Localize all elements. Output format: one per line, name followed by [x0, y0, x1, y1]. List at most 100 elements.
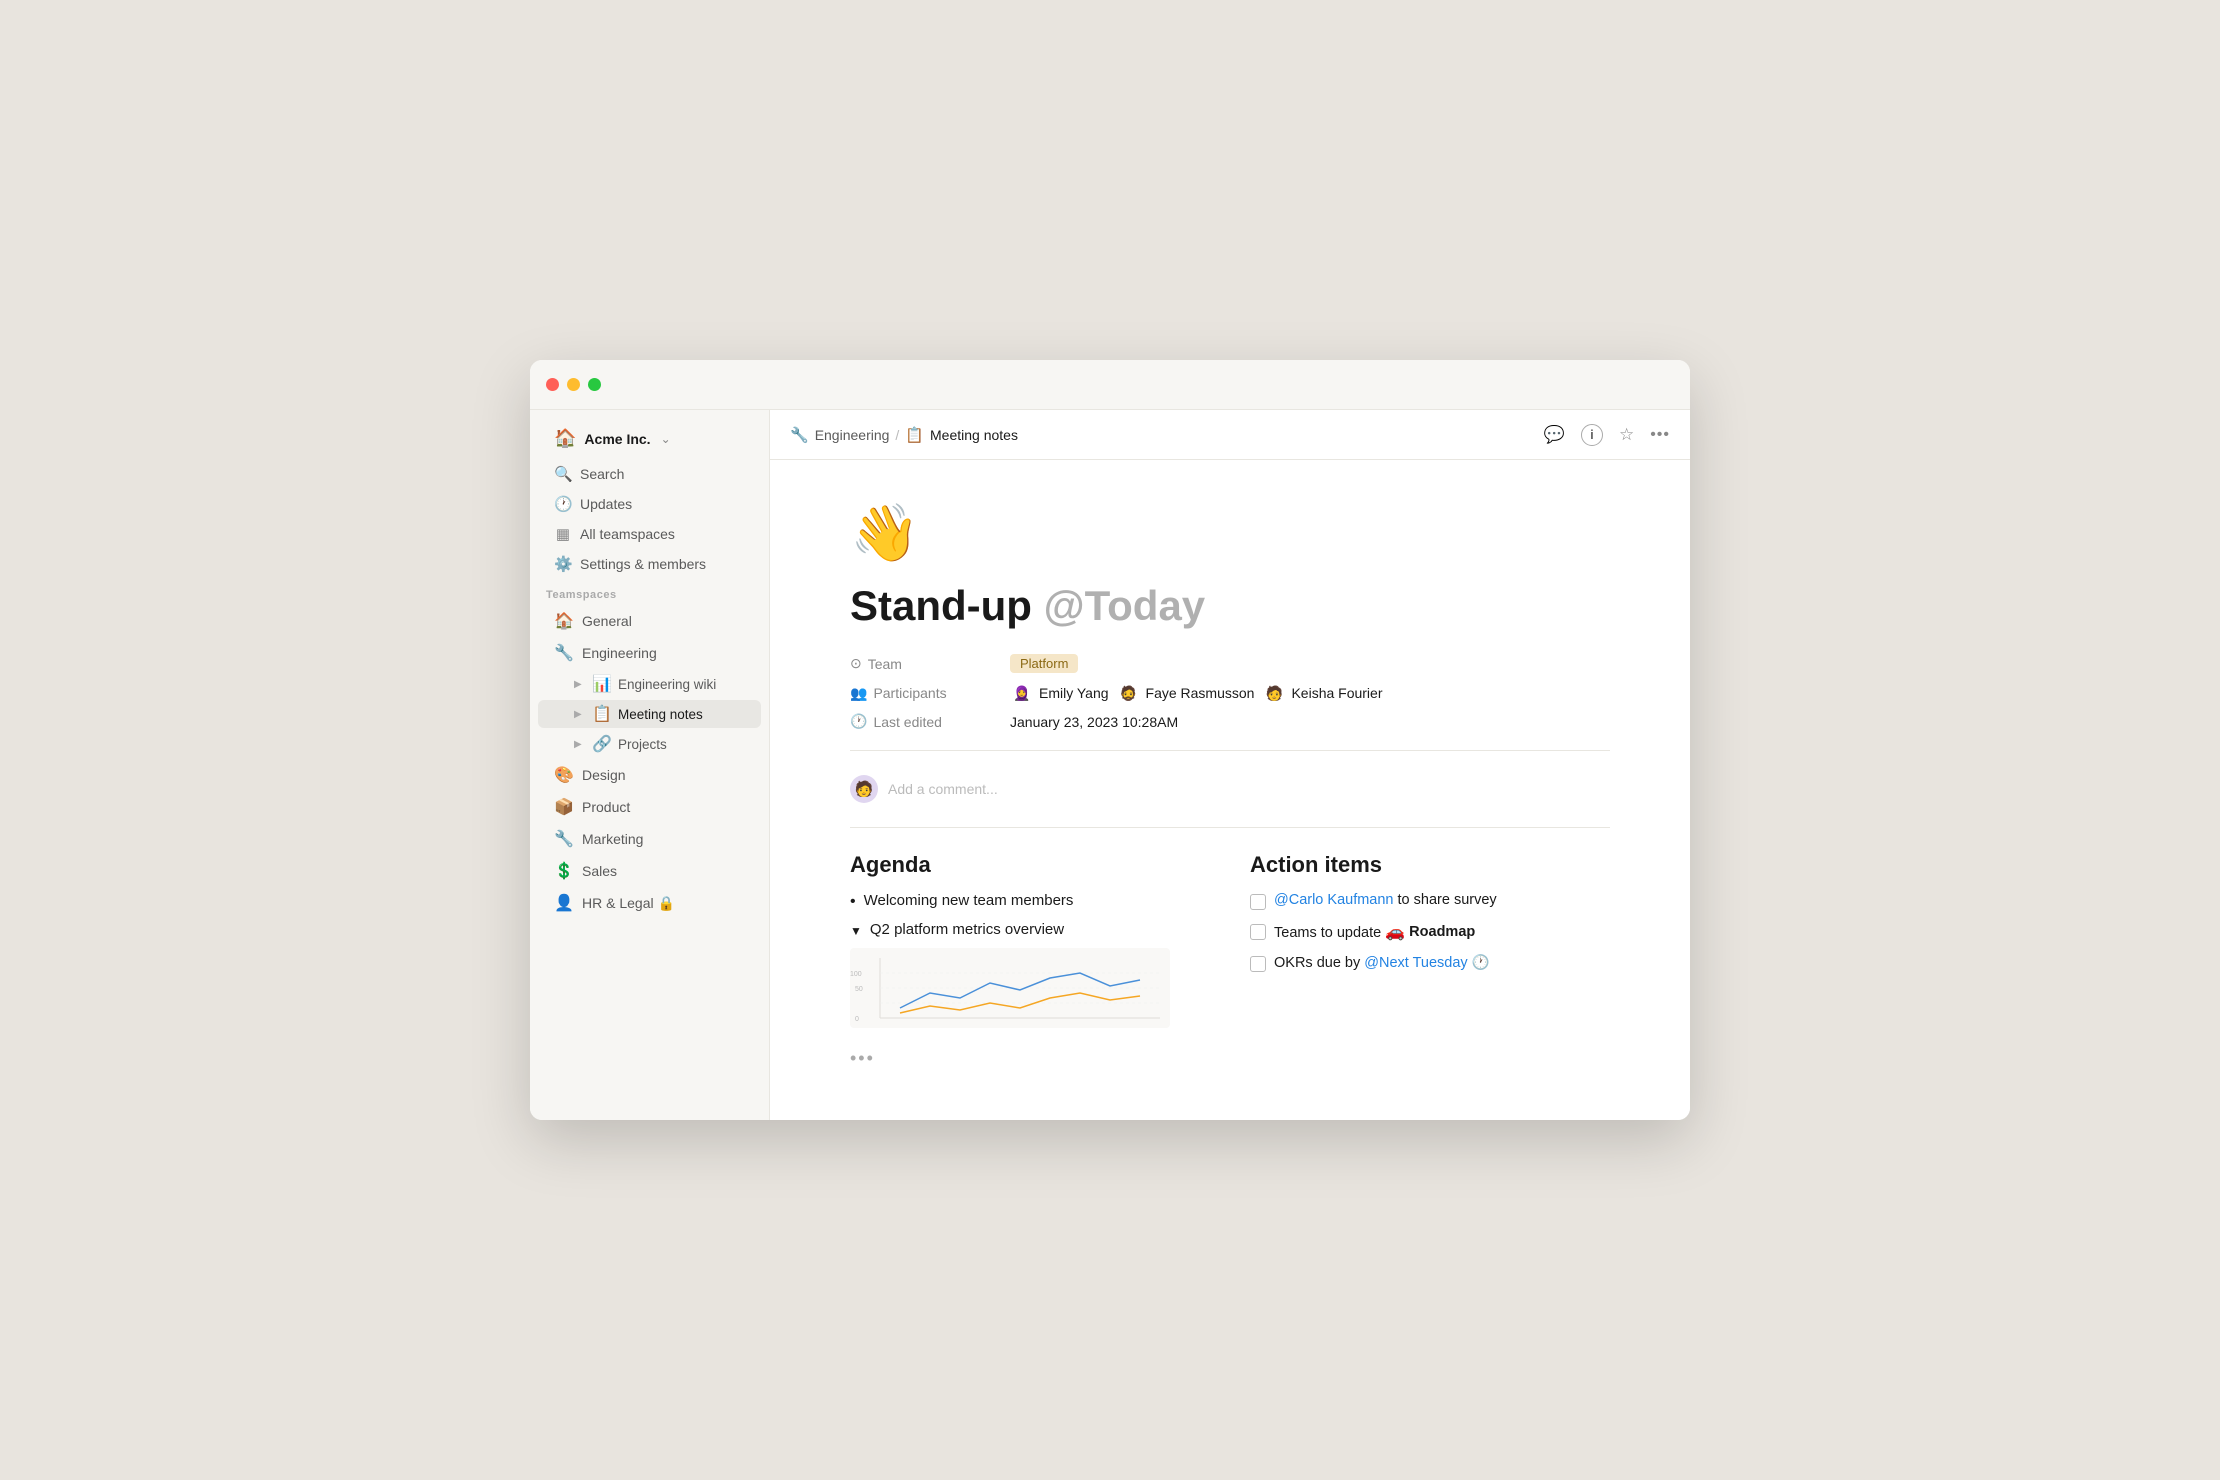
sidebar-item-marketing[interactable]: 🔧 Marketing	[538, 824, 761, 854]
svg-text:100: 100	[850, 971, 862, 978]
info-button[interactable]: i	[1581, 424, 1603, 446]
roadmap-label: Roadmap	[1409, 924, 1475, 940]
participant-1-name: Emily Yang	[1039, 685, 1109, 701]
sidebar-general-label: General	[582, 613, 632, 629]
svg-text:50: 50	[855, 986, 863, 993]
sidebar-hr-label: HR & Legal 🔒	[582, 895, 675, 912]
comment-row[interactable]: 🧑 Add a comment...	[850, 767, 1610, 811]
projects-icon: 🔗	[592, 734, 612, 754]
sidebar-design-label: Design	[582, 767, 626, 783]
action-item-2: Teams to update 🚗 Roadmap	[1250, 922, 1610, 942]
bullet-icon-1: •	[850, 893, 856, 911]
sidebar-item-engineering[interactable]: 🔧 Engineering	[538, 638, 761, 668]
participant-1[interactable]: 🧕 Emily Yang	[1010, 681, 1109, 705]
action-item-2-prefix: Teams to update	[1274, 925, 1385, 941]
property-last-edited: 🕐 Last edited January 23, 2023 10:28AM	[850, 713, 1610, 730]
sidebar-item-engineering-wiki[interactable]: ▶ 📊 Engineering wiki	[538, 670, 761, 698]
agenda-item-1: • Welcoming new team members	[850, 892, 1210, 911]
sidebar-item-all-teamspaces[interactable]: ▦ All teamspaces	[538, 520, 761, 548]
page-emoji: 👋	[850, 500, 1610, 566]
page-title: Stand-up @Today	[850, 582, 1610, 630]
ellipsis-indicator: •••	[850, 1048, 1210, 1069]
star-button[interactable]: ☆	[1619, 425, 1634, 445]
sidebar-item-updates[interactable]: 🕐 Updates	[538, 490, 761, 518]
sidebar-wiki-label: Engineering wiki	[618, 677, 716, 692]
workspace-chevron-icon: ⌄	[661, 432, 671, 446]
avatar-faye: 🧔	[1117, 681, 1141, 705]
checkbox-3[interactable]	[1250, 956, 1266, 972]
product-icon: 📦	[554, 797, 574, 817]
team-value[interactable]: Platform	[1010, 654, 1078, 673]
sidebar-item-projects[interactable]: ▶ 🔗 Projects	[538, 730, 761, 758]
chevron-down-icon: ▶	[574, 709, 586, 720]
checkbox-1[interactable]	[1250, 894, 1266, 910]
sidebar-search-label: Search	[580, 466, 624, 482]
gear-icon: ⚙️	[554, 555, 572, 573]
app-window: 🏠 Acme Inc. ⌄ 🔍 Search 🕐 Updates ▦ All t…	[530, 360, 1690, 1120]
maximize-button[interactable]	[588, 378, 601, 391]
comment-button[interactable]: 💬	[1544, 425, 1565, 445]
mention-next-tuesday: @Next Tuesday	[1364, 955, 1467, 971]
action-item-1: @Carlo Kaufmann to share survey	[1250, 892, 1610, 910]
last-edited-value: January 23, 2023 10:28AM	[1010, 714, 1178, 730]
page-properties: ⊙ Team Platform 👥 Participants	[850, 654, 1610, 730]
checkbox-2[interactable]	[1250, 924, 1266, 940]
sidebar-item-product[interactable]: 📦 Product	[538, 792, 761, 822]
two-column-content: Agenda • Welcoming new team members ▼ Q2…	[850, 852, 1610, 1069]
action-items-title: Action items	[1250, 852, 1610, 878]
avatar-keisha: 🧑	[1262, 681, 1286, 705]
agenda-title: Agenda	[850, 852, 1210, 878]
agenda-item-2: ▼ Q2 platform metrics overview	[850, 921, 1210, 938]
sidebar-item-search[interactable]: 🔍 Search	[538, 460, 761, 488]
comment-placeholder: Add a comment...	[888, 781, 998, 797]
participants-label-text: Participants	[873, 685, 946, 701]
participant-3-name: Keisha Fourier	[1291, 685, 1382, 701]
divider-2	[850, 827, 1610, 828]
sidebar-settings-label: Settings & members	[580, 556, 706, 572]
sidebar-product-label: Product	[582, 799, 630, 815]
general-icon: 🏠	[554, 611, 574, 631]
breadcrumb-page-icon: 📋	[905, 426, 924, 444]
workspace-name: Acme Inc.	[584, 431, 650, 447]
sidebar-item-design[interactable]: 🎨 Design	[538, 760, 761, 790]
action-item-3-text: OKRs due by @Next Tuesday 🕐	[1274, 954, 1490, 971]
participants-label: 👥 Participants	[850, 685, 1010, 702]
sidebar-item-sales[interactable]: 💲 Sales	[538, 856, 761, 886]
topbar: 🔧 Engineering / 📋 Meeting notes 💬 i ☆ ••…	[770, 410, 1690, 460]
agenda-item-1-text: Welcoming new team members	[864, 892, 1074, 909]
participants-icon: 👥	[850, 685, 867, 702]
sidebar-item-settings[interactable]: ⚙️ Settings & members	[538, 550, 761, 578]
breadcrumb-workspace-icon: 🔧	[790, 426, 809, 444]
participants-value: 🧕 Emily Yang 🧔 Faye Rasmusson 🧑 Keisha F…	[1010, 681, 1383, 705]
marketing-icon: 🔧	[554, 829, 574, 849]
clock-small-icon: 🕐	[850, 713, 867, 730]
close-button[interactable]	[546, 378, 559, 391]
more-button[interactable]: •••	[1650, 426, 1670, 444]
participant-2[interactable]: 🧔 Faye Rasmusson	[1117, 681, 1255, 705]
sidebar-updates-label: Updates	[580, 496, 632, 512]
roadmap-badge: 🚗 Roadmap	[1385, 922, 1475, 942]
chevron-right-icon-2: ▶	[574, 739, 586, 750]
team-badge: Platform	[1010, 654, 1078, 673]
design-icon: 🎨	[554, 765, 574, 785]
meeting-notes-icon: 📋	[592, 704, 612, 724]
svg-text:0: 0	[855, 1016, 859, 1023]
sidebar-item-hr-legal[interactable]: 👤 HR & Legal 🔒	[538, 888, 761, 918]
sidebar-sales-label: Sales	[582, 863, 617, 879]
action-item-2-text: Teams to update 🚗 Roadmap	[1274, 922, 1475, 942]
sidebar-item-general[interactable]: 🏠 General	[538, 606, 761, 636]
sidebar-projects-label: Projects	[618, 737, 667, 752]
participant-2-name: Faye Rasmusson	[1146, 685, 1255, 701]
traffic-lights	[546, 378, 601, 391]
workspace-selector[interactable]: 🏠 Acme Inc. ⌄	[538, 422, 761, 455]
minimize-button[interactable]	[567, 378, 580, 391]
sidebar-item-meeting-notes[interactable]: ▶ 📋 Meeting notes	[538, 700, 761, 728]
participant-3[interactable]: 🧑 Keisha Fourier	[1262, 681, 1382, 705]
sidebar: 🏠 Acme Inc. ⌄ 🔍 Search 🕐 Updates ▦ All t…	[530, 410, 770, 1120]
action-item-1-suffix: to share survey	[1398, 892, 1497, 908]
workspace-icon: 🏠	[554, 428, 576, 449]
comment-avatar: 🧑	[850, 775, 878, 803]
search-icon: 🔍	[554, 465, 572, 483]
grid-icon: ▦	[554, 525, 572, 543]
breadcrumb-workspace-name: Engineering	[815, 427, 890, 443]
